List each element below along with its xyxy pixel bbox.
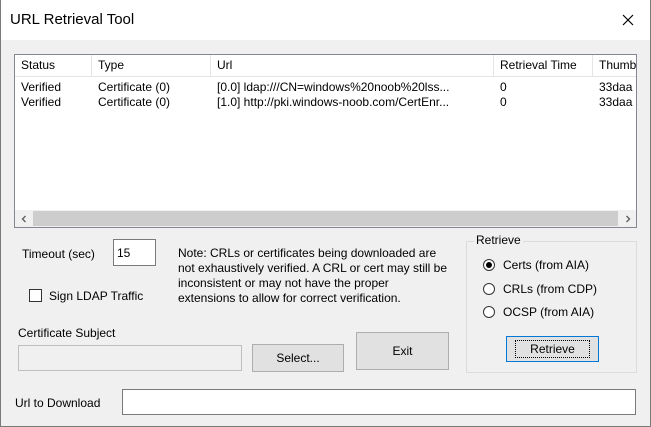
row-thumb: 33daa (599, 80, 633, 94)
sign-ldap-label: Sign LDAP Traffic (49, 289, 144, 303)
column-status[interactable]: Status (15, 55, 92, 76)
url-download-input[interactable] (122, 389, 636, 415)
row-status: Verified (21, 95, 62, 109)
chevron-right-icon (625, 215, 630, 222)
radio-ocsp-aia-label: OCSP (from AIA) (503, 305, 595, 319)
row-type: Certificate (0) (98, 95, 171, 109)
radio-certs-aia-label: Certs (from AIA) (503, 258, 590, 272)
radio-crls-cdp[interactable] (483, 283, 495, 295)
note-text: Note: CRLs or certificates being downloa… (178, 246, 448, 305)
retrieve-button[interactable]: Retrieve (506, 336, 599, 362)
window-title: URL Retrieval Tool (10, 11, 135, 28)
cert-subject-input[interactable] (18, 345, 242, 371)
scroll-left-button[interactable] (15, 210, 32, 227)
list-header: Status Type Url Retrieval Time Thumb (15, 55, 636, 77)
timeout-input[interactable] (113, 239, 156, 266)
chevron-left-icon (21, 215, 26, 222)
title-bar: URL Retrieval Tool (0, 0, 651, 40)
scroll-right-button[interactable] (619, 210, 636, 227)
table-row[interactable]: Verified Certificate (0) [0.0] ldap:///C… (15, 80, 636, 95)
radio-crls-cdp-label: CRLs (from CDP) (503, 282, 598, 296)
row-thumb: 33daa (599, 95, 633, 109)
retrieve-button-label: Retrieve (515, 340, 590, 358)
row-status: Verified (21, 80, 62, 94)
sign-ldap-checkbox[interactable] (29, 289, 42, 302)
row-type: Certificate (0) (98, 80, 171, 94)
column-type[interactable]: Type (92, 55, 211, 76)
exit-button[interactable]: Exit (356, 332, 449, 370)
select-button[interactable]: Select... (252, 344, 344, 372)
results-list[interactable]: Status Type Url Retrieval Time Thumb Ver… (14, 54, 637, 228)
radio-certs-aia[interactable] (483, 259, 495, 271)
url-download-label: Url to Download (15, 396, 101, 410)
close-button[interactable] (605, 0, 651, 40)
column-url[interactable]: Url (211, 55, 494, 76)
table-row[interactable]: Verified Certificate (0) [1.0] http://pk… (15, 95, 636, 110)
column-thumb[interactable]: Thumb (593, 55, 638, 76)
row-time: 0 (500, 95, 507, 109)
radio-ocsp-aia[interactable] (483, 306, 495, 318)
row-url: [1.0] http://pki.windows-noob.com/CertEn… (217, 95, 450, 109)
scrollbar-thumb[interactable] (33, 211, 618, 226)
row-url: [0.0] ldap:///CN=windows%20noob%20lss... (217, 80, 450, 94)
close-icon (622, 14, 634, 26)
timeout-label: Timeout (sec) (22, 247, 95, 261)
cert-subject-label: Certificate Subject (18, 326, 116, 340)
horizontal-scrollbar[interactable] (15, 210, 636, 227)
row-time: 0 (500, 80, 507, 94)
column-retrieval-time[interactable]: Retrieval Time (494, 55, 593, 76)
retrieve-group-title: Retrieve (474, 233, 523, 247)
